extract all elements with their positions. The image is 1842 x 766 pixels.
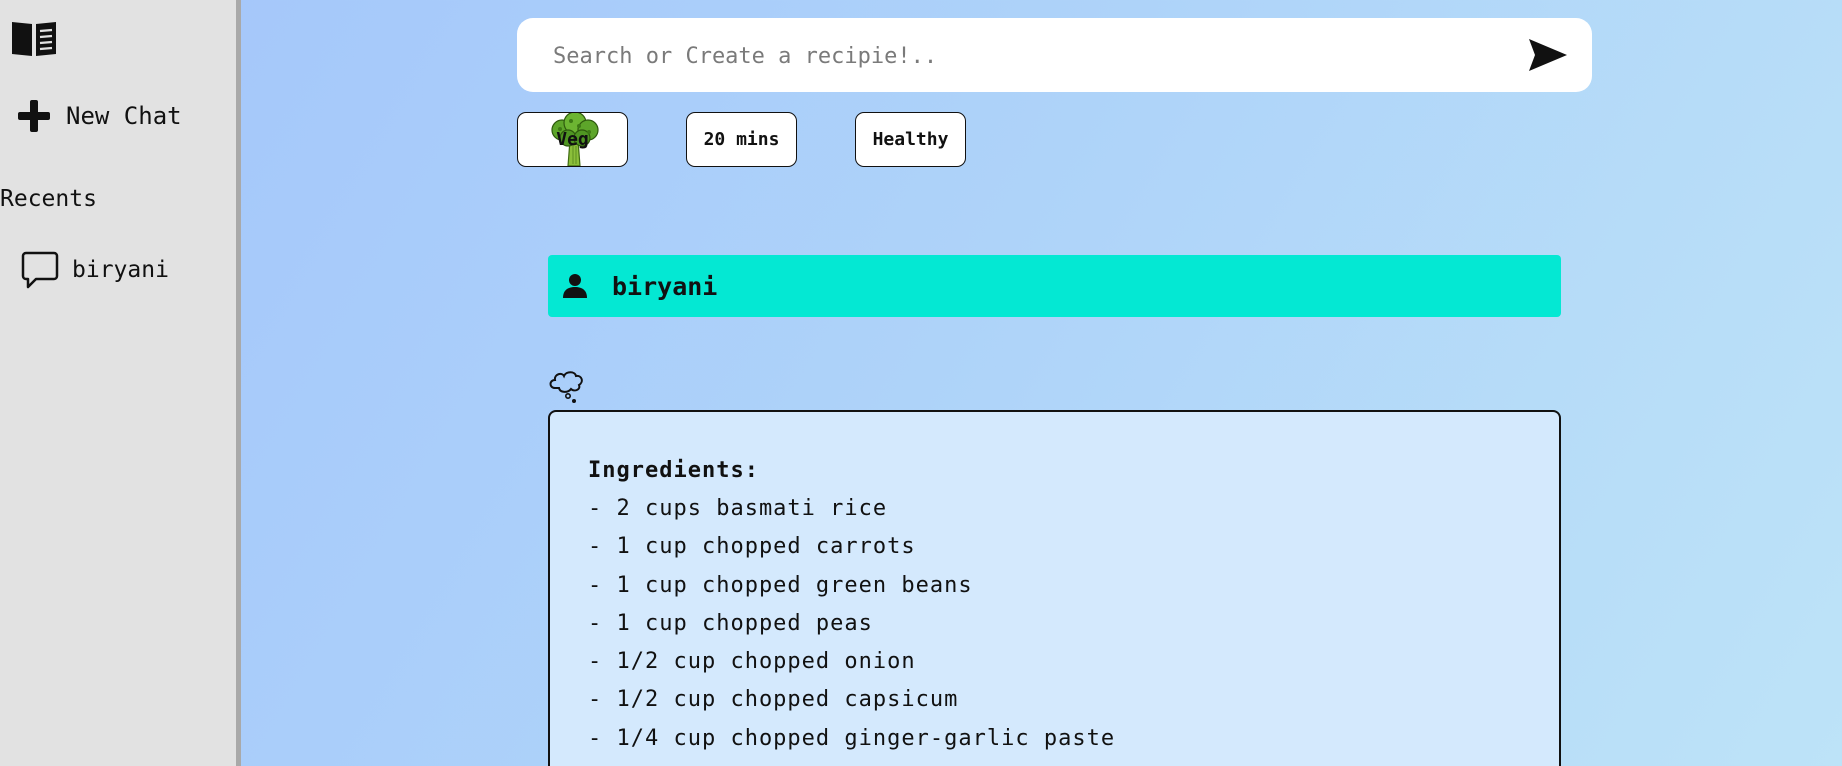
- thought-bubble-icon: [549, 371, 583, 403]
- filter-veg-label: Veg: [556, 129, 589, 150]
- recents-heading: Recents: [0, 186, 97, 212]
- new-chat-label: New Chat: [66, 102, 182, 130]
- ingredient-line: - 1/2 cup chopped capsicum: [588, 687, 959, 713]
- ingredient-line: - 1 cup chopped green beans: [588, 572, 973, 598]
- user-message: biryani: [548, 255, 1561, 317]
- filter-healthy-label: Healthy: [872, 129, 949, 150]
- new-chat-button[interactable]: New Chat: [16, 98, 182, 134]
- ingredient-line: - 2 cups basmati rice: [588, 496, 888, 521]
- ingredient-line: - 1/4 cup chopped ginger-garlic paste: [588, 725, 1116, 751]
- search-bar: [517, 18, 1592, 94]
- filter-healthy-button[interactable]: Healthy: [855, 112, 966, 167]
- ingredient-line: - 1 cup chopped carrots: [588, 534, 916, 560]
- filter-time-button[interactable]: 20 mins: [686, 112, 797, 167]
- response-card: Ingredients: - 2 cups basmati rice - 1 c…: [548, 410, 1561, 766]
- ingredient-line: - 1/2 cup chopped onion: [588, 649, 916, 675]
- plus-icon: [18, 100, 50, 132]
- recent-item-label: biryani: [72, 257, 169, 283]
- ingredient-line: - 1 cup chopped peas: [588, 610, 873, 636]
- filter-veg-button[interactable]: Veg: [517, 112, 628, 167]
- send-button[interactable]: [1528, 37, 1568, 73]
- chat-bubble-icon: [21, 251, 59, 289]
- recent-item-biryani[interactable]: biryani: [20, 250, 169, 290]
- search-input[interactable]: [551, 18, 1515, 94]
- person-icon: [563, 274, 587, 298]
- response-heading: Ingredients:: [588, 458, 759, 483]
- user-message-text: biryani: [612, 271, 718, 301]
- open-book-icon[interactable]: [10, 18, 58, 58]
- filter-time-label: 20 mins: [703, 129, 780, 150]
- sidebar: New Chat Recents biryani: [0, 0, 241, 766]
- send-arrow-icon: [1529, 39, 1567, 71]
